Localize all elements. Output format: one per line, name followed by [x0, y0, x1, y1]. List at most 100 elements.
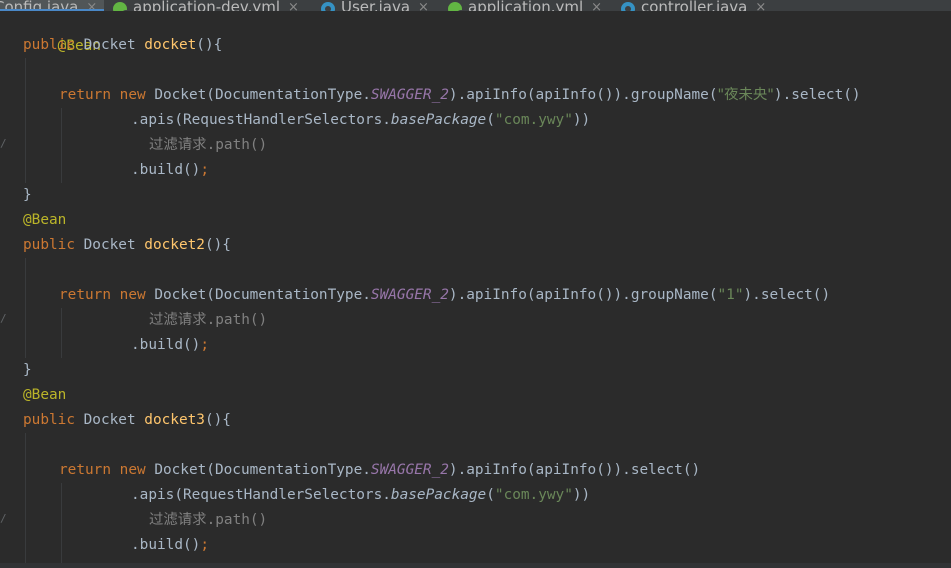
return-type: Docket	[74, 37, 145, 53]
code-text: 过滤请求	[149, 137, 207, 153]
code-text: .build()	[131, 537, 201, 553]
code-line: .build();	[131, 158, 209, 183]
code-text: .apis(RequestHandlerSelectors.	[131, 112, 391, 128]
code-text: ).apiInfo(apiInfo()).select()	[448, 462, 701, 478]
code-line: @Bean	[23, 208, 66, 233]
method-parens: (){	[196, 37, 223, 53]
code-line: 过滤请求.path()	[149, 308, 267, 333]
code-text: .apis(RequestHandlerSelectors.	[131, 487, 391, 503]
java-class-icon	[321, 2, 335, 11]
static-method: basePackage	[390, 112, 487, 128]
code-line: .build();	[131, 533, 209, 558]
code-text: ).select()	[773, 87, 861, 103]
tab-application-dev-yml[interactable]: application-dev.yml ×	[113, 0, 313, 11]
code-line: public Docket docket3(){	[23, 408, 231, 433]
java-class-icon	[621, 2, 635, 11]
keyword-return: return	[59, 462, 111, 478]
tab-label: application-dev.yml	[133, 0, 281, 11]
code-line: @Bean	[23, 383, 66, 408]
indent-guide	[61, 308, 62, 358]
semicolon: ;	[200, 337, 209, 353]
code-text: .path()	[206, 512, 268, 528]
code-text: .path()	[206, 137, 268, 153]
gutter-marker: /	[0, 137, 7, 150]
code-line: @Bean	[23, 11, 101, 54]
string-literal: "1"	[717, 287, 744, 303]
tab-close-icon[interactable]: ×	[591, 1, 602, 11]
code-text: Docket(DocumentationType.	[145, 462, 371, 478]
tab-close-icon[interactable]: ×	[418, 1, 429, 11]
editor-tab-bar: Config.java × application-dev.yml × User…	[0, 0, 951, 11]
code-line: 过滤请求.path()	[149, 508, 267, 533]
constant: SWAGGER_2	[370, 462, 449, 478]
yml-config-icon	[113, 2, 131, 11]
code-line: public Docket docket(){	[23, 33, 222, 58]
tab-application-yml[interactable]: application.yml ×	[448, 0, 614, 11]
code-line: public Docket docket2(){	[23, 233, 231, 258]
code-line: }	[23, 183, 32, 208]
annotation: @Bean	[23, 212, 67, 228]
code-text: ).apiInfo(apiInfo()).groupName(	[448, 87, 718, 103]
code-text: (	[486, 112, 495, 128]
indent-guide	[61, 483, 62, 568]
keyword-new: new	[119, 287, 146, 303]
string-literal: "com.ywy"	[494, 112, 573, 128]
keyword-new: new	[119, 462, 146, 478]
tab-label: Config.java	[0, 0, 79, 11]
code-line: .build();	[131, 333, 209, 358]
tab-controller-java[interactable]: controller.java ×	[621, 0, 781, 11]
code-text: ).select()	[743, 287, 831, 303]
indent-guide	[25, 258, 26, 358]
keyword-public: public	[23, 37, 75, 53]
method-name: docket3	[144, 412, 205, 428]
code-line: return new Docket(DocumentationType.SWAG…	[59, 83, 861, 108]
constant: SWAGGER_2	[370, 287, 449, 303]
editor-bottom-edge	[0, 563, 951, 568]
code-line: }	[23, 358, 32, 383]
tab-close-icon[interactable]: ×	[86, 1, 97, 11]
static-method: basePackage	[390, 487, 487, 503]
keyword-public: public	[23, 412, 75, 428]
tab-label: controller.java	[641, 0, 748, 11]
keyword-new: new	[119, 87, 146, 103]
gutter-marker: /	[0, 312, 7, 325]
closing-brace: }	[23, 187, 32, 203]
method-parens: (){	[204, 237, 231, 253]
yml-config-icon	[448, 2, 466, 11]
code-line: 过滤请求.path()	[149, 133, 267, 158]
method-name: docket2	[144, 237, 205, 253]
code-text: .path()	[206, 312, 268, 328]
semicolon: ;	[200, 537, 209, 553]
tab-label: application.yml	[468, 0, 584, 11]
string-literal: "夜未央"	[717, 87, 774, 103]
semicolon: ;	[200, 162, 209, 178]
code-text: Docket(DocumentationType.	[145, 87, 371, 103]
tab-config-java[interactable]: Config.java ×	[0, 0, 104, 11]
code-text: 过滤请求	[149, 312, 207, 328]
tab-label: User.java	[341, 0, 411, 11]
return-type: Docket	[74, 412, 145, 428]
code-text: Docket(DocumentationType.	[145, 287, 371, 303]
gutter-marker: /	[0, 512, 7, 525]
code-text: ))	[572, 112, 591, 128]
indent-guide	[25, 433, 26, 568]
annotation: @Bean	[23, 387, 67, 403]
tab-close-icon[interactable]: ×	[288, 1, 299, 11]
tab-user-java[interactable]: User.java ×	[321, 0, 441, 11]
keyword-public: public	[23, 237, 75, 253]
method-parens: (){	[204, 412, 231, 428]
code-text: 过滤请求	[149, 512, 207, 528]
indent-guide	[61, 108, 62, 183]
code-text: ))	[572, 487, 591, 503]
constant: SWAGGER_2	[370, 87, 449, 103]
string-literal: "com.ywy"	[494, 487, 573, 503]
code-line: .apis(RequestHandlerSelectors.basePackag…	[131, 483, 590, 508]
code-text: .build()	[131, 162, 201, 178]
tab-close-icon[interactable]: ×	[755, 1, 766, 11]
method-name: docket	[144, 37, 197, 53]
code-text: (	[486, 487, 495, 503]
code-editor[interactable]: / / / @Bean public Docket docket(){ retu…	[0, 11, 951, 568]
code-line: return new Docket(DocumentationType.SWAG…	[59, 283, 830, 308]
code-text: ).apiInfo(apiInfo()).groupName(	[448, 287, 718, 303]
code-text: .build()	[131, 337, 201, 353]
